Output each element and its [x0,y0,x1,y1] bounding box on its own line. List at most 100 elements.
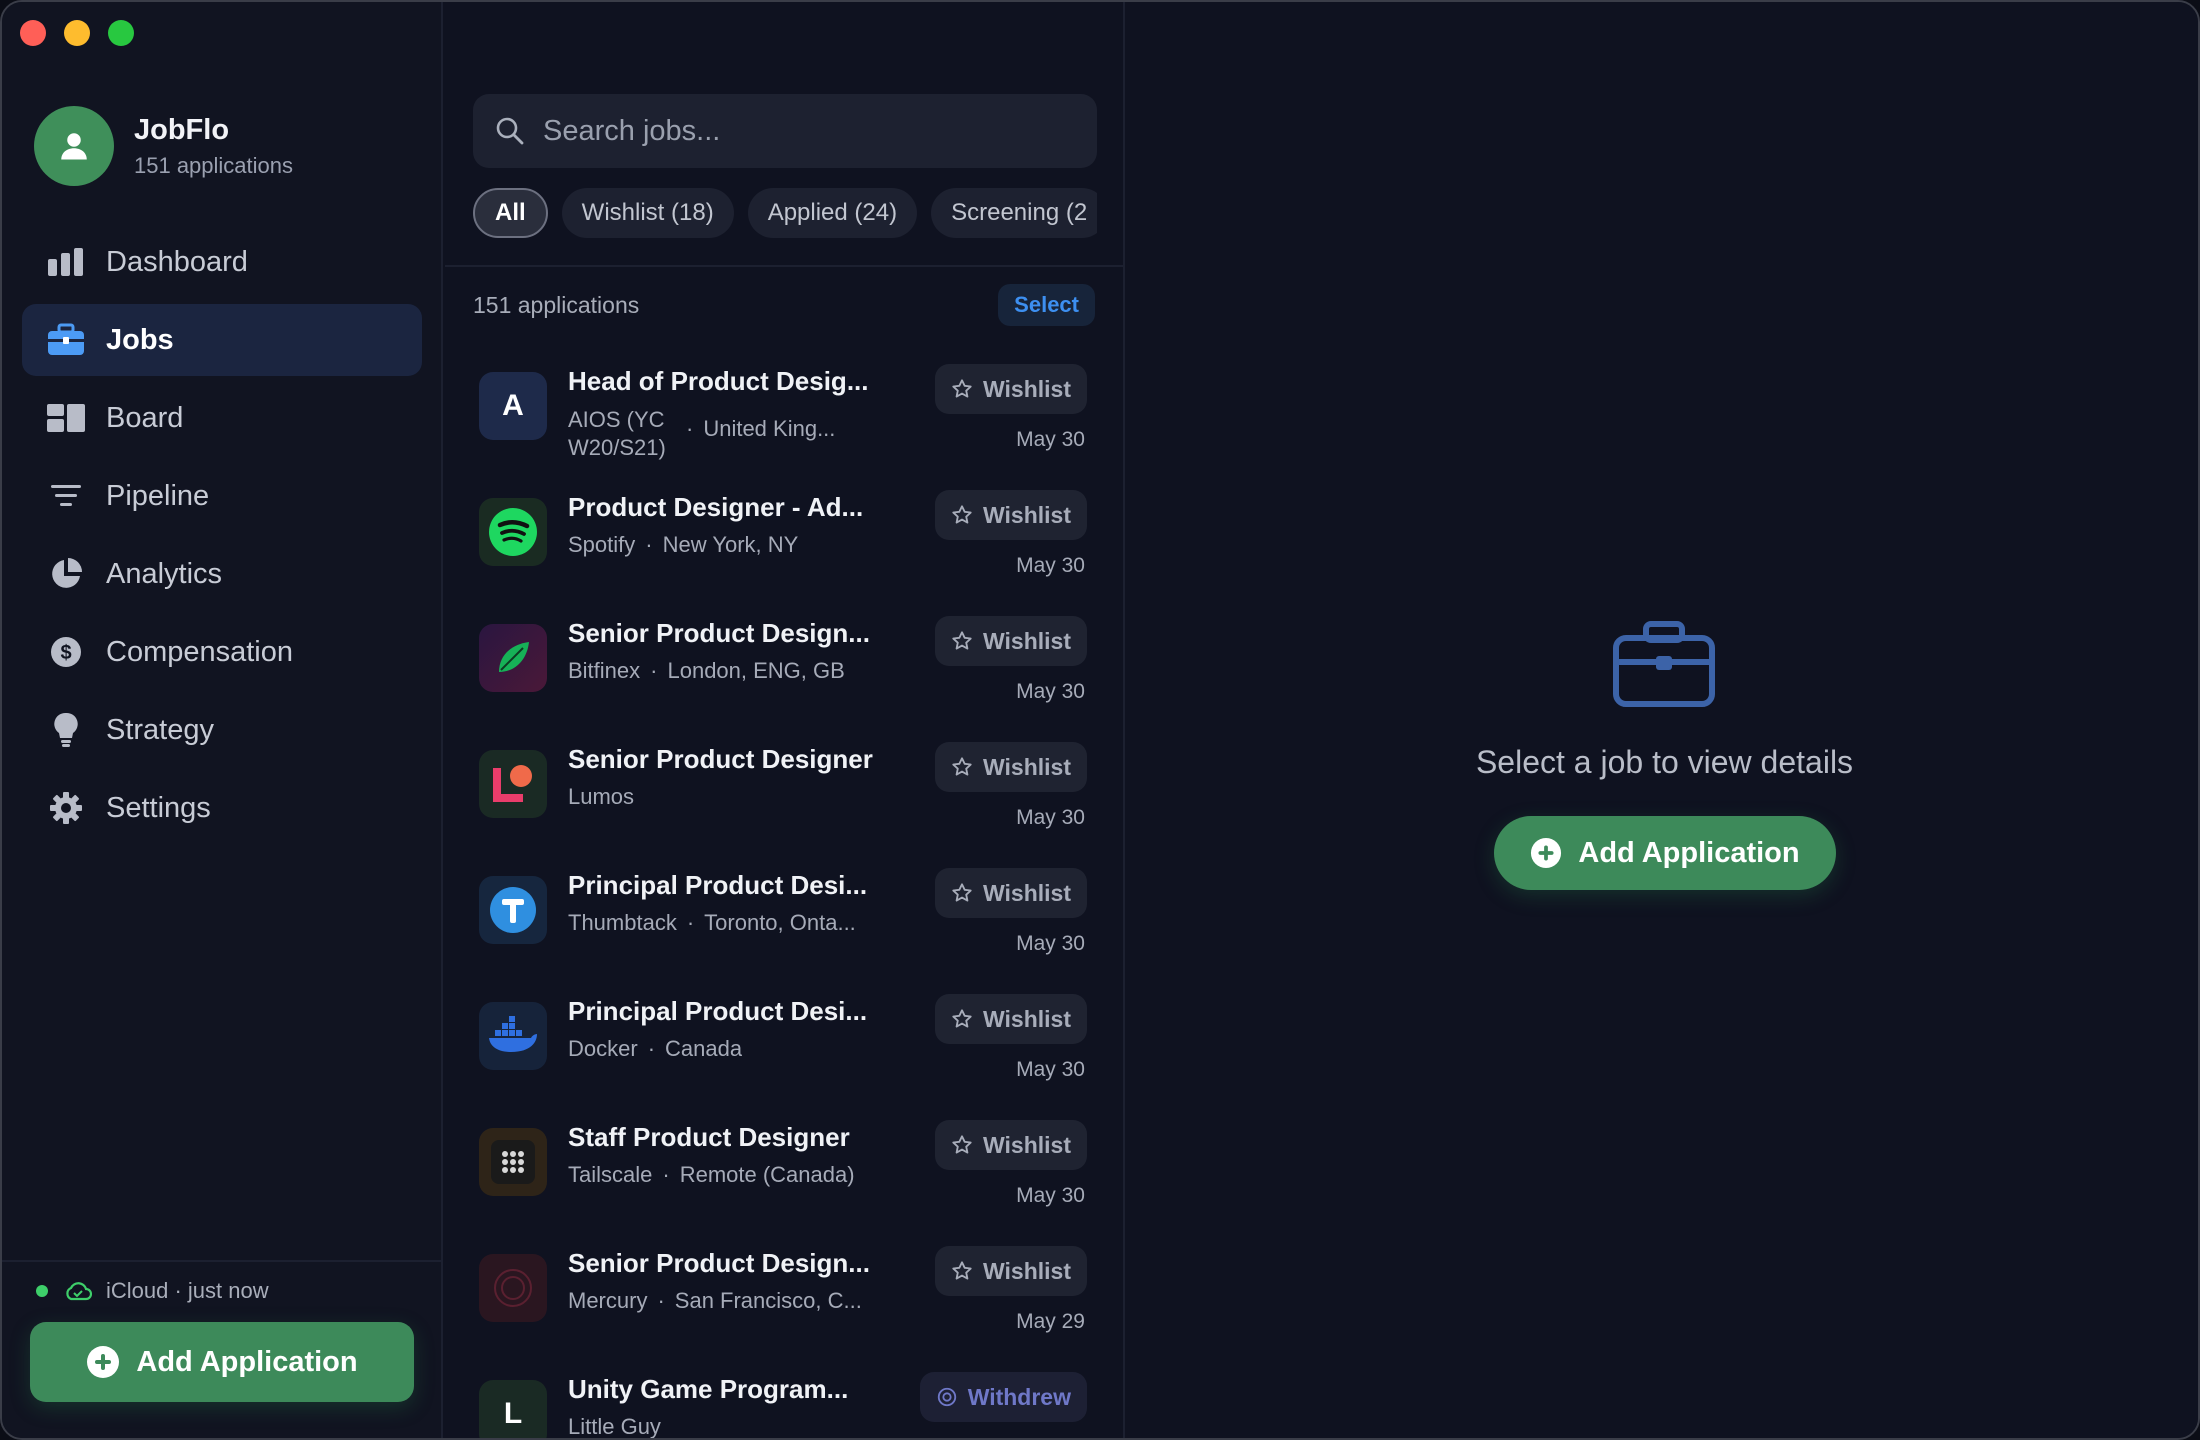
sidebar-item-label: Strategy [106,713,214,746]
company-name: Mercury [568,1288,648,1313]
job-detail-pane: Select a job to view details Add Applica… [1127,2,2198,1438]
filter-all[interactable]: All [473,188,548,238]
sidebar-item-label: Dashboard [106,245,248,278]
job-date: May 30 [1016,932,1085,955]
sidebar-item-label: Analytics [106,557,223,590]
app-name: JobFlo [134,113,230,146]
status-badge[interactable]: Wishlist [935,1120,1087,1170]
little-guy-logo-icon: L [479,1380,547,1438]
spotify-logo-icon [479,498,547,566]
job-date: May 30 [1016,680,1085,703]
add-application-label: Add Application [136,1345,358,1378]
company-name: Tailscale [568,1162,653,1187]
sidebar-item-board[interactable]: Board [22,382,422,454]
sidebar-item-compensation[interactable]: $ Compensation [22,616,422,688]
sync-status-text: iCloud · just now [106,1278,269,1303]
job-row[interactable]: Senior Product Design... Mercury · San F… [445,1236,1123,1362]
search-input[interactable] [543,114,1083,148]
add-application-button[interactable]: Add Application [30,1322,414,1402]
star-icon [952,1261,972,1280]
job-title: Senior Product Design... [568,1248,870,1278]
filter-screening[interactable]: Screening (2 [931,188,1097,238]
status-badge[interactable]: Wishlist [935,994,1087,1044]
job-row[interactable]: Principal Product Desi... Docker · Canad… [445,984,1123,1110]
job-row[interactable]: Product Designer - Ad... Spotify · New Y… [445,480,1123,606]
filter-applied[interactable]: Applied (24) [747,188,918,238]
sidebar-item-dashboard[interactable]: Dashboard [22,226,422,298]
star-icon [952,1135,972,1154]
empty-state-text: Select a job to view details [1475,744,1854,780]
status-badge[interactable]: Wishlist [935,1246,1087,1296]
job-title: Product Designer - Ad... [568,492,864,522]
star-icon [952,757,972,776]
job-location: Toronto, Onta... [704,910,856,935]
job-location: San Francisco, C... [674,1288,862,1313]
job-meta: Spotify · New York, NY [568,532,799,557]
star-icon [952,631,972,650]
job-row[interactable]: Senior Product Design... Bitfinex · Lond… [445,606,1123,732]
job-title: Unity Game Program... [568,1374,849,1404]
status-badge[interactable]: Wishlist [935,868,1087,918]
status-badge[interactable]: Wishlist [935,490,1087,540]
add-application-button[interactable]: Add Application [1494,816,1836,890]
cloud-icon [66,1282,92,1301]
job-meta: Docker · Canada [568,1036,743,1061]
minimize-window-button[interactable] [64,20,90,46]
sidebar-item-strategy[interactable]: Strategy [22,694,422,766]
job-date: May 29 [1016,1310,1085,1333]
withdrawn-icon [937,1387,956,1407]
zoom-window-button[interactable] [108,20,134,46]
job-row[interactable]: A Head of Product Desig... AIOS (YC W20/… [445,354,1123,480]
briefcase-icon [46,320,86,360]
job-meta: Thumbtack · Toronto, Onta... [568,910,856,935]
job-row[interactable]: Senior Product Designer Lumos Wishlist M… [445,732,1123,858]
thumbtack-logo-icon [479,876,547,944]
person-icon [61,133,87,160]
bitfinex-logo-icon [479,624,547,692]
mercury-logo-icon [479,1254,547,1322]
aios-logo-icon: A [479,372,547,440]
sidebar-item-label: Pipeline [106,479,210,512]
status-badge[interactable]: Wishlist [935,364,1087,414]
plus-circle-icon [87,1346,120,1378]
docker-logo-icon [479,1002,547,1070]
status-badge[interactable]: Wishlist [935,742,1087,792]
star-icon [952,1009,972,1028]
lightbulb-icon [46,710,86,750]
job-meta: Bitfinex · London, ENG, GB [568,658,845,683]
star-icon [952,379,972,398]
sidebar-item-jobs[interactable]: Jobs [22,304,422,376]
star-icon [952,883,972,902]
job-meta: Mercury · San Francisco, C... [568,1288,862,1313]
tailscale-logo-icon [479,1128,547,1196]
job-list: A Head of Product Desig... AIOS (YC W20/… [445,354,1123,1438]
search-icon [496,117,524,145]
add-application-label: Add Application [1578,836,1800,869]
job-location: Remote (Canada) [679,1162,855,1187]
sidebar-item-analytics[interactable]: Analytics [22,538,422,610]
star-icon [952,505,972,524]
pie-chart-icon [46,554,86,594]
gear-icon [46,788,86,828]
search-bar[interactable] [473,94,1097,168]
job-row[interactable]: L Unity Game Program... Little Guy Withd… [445,1362,1123,1438]
job-row[interactable]: Staff Product Designer Tailscale · Remot… [445,1110,1123,1236]
dashboard-icon [46,242,86,282]
job-meta: Tailscale · Remote (Canada) [568,1162,855,1187]
job-title: Principal Product Desi... [568,870,868,900]
sidebar-item-settings[interactable]: Settings [22,772,422,844]
job-row[interactable]: Principal Product Desi... Thumbtack · To… [445,858,1123,984]
filter-wishlist[interactable]: Wishlist (18) [561,188,734,238]
status-badge[interactable]: Wishlist [935,616,1087,666]
divider [445,265,1123,267]
select-button[interactable]: Select [998,284,1095,326]
company-name: Bitfinex [568,658,641,683]
online-status-dot [36,1285,48,1297]
job-date: May 30 [1016,428,1085,451]
job-date: May 30 [1016,806,1085,829]
job-meta: Little Guy [568,1414,898,1438]
sidebar-item-label: Compensation [106,635,293,668]
status-badge[interactable]: Withdrew [919,1372,1087,1422]
close-window-button[interactable] [20,20,46,46]
sidebar-item-pipeline[interactable]: Pipeline [22,460,422,532]
